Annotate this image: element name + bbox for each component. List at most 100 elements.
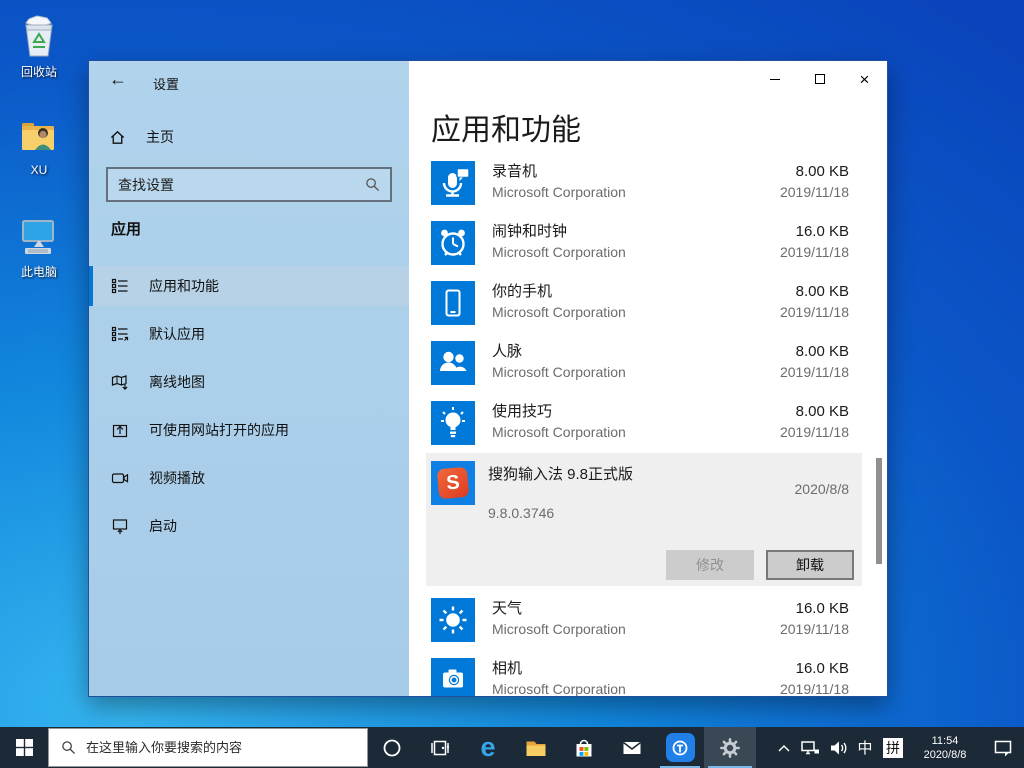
app-publisher: Microsoft Corporation [492,183,780,202]
app-size: 16.0 KB [780,222,849,242]
nav-label: 可使用网站打开的应用 [149,420,289,440]
desktop-background: 回收站 XU [0,0,1024,768]
nav-label: 视频播放 [149,468,205,488]
app-row-tips[interactable]: 使用技巧 Microsoft Corporation 8.00 KB 2019/… [431,401,849,445]
app-name: 你的手机 [492,282,780,302]
app-name: 闹钟和时钟 [492,222,780,242]
edge-button[interactable]: e [464,727,512,768]
camera-icon [431,658,475,696]
your-phone-icon [431,281,475,325]
app-publisher: Microsoft Corporation [492,680,780,696]
app-row-alarms-clock[interactable]: 闹钟和时钟 Microsoft Corporation 16.0 KB 2019… [431,221,849,265]
mail-button[interactable] [608,727,656,768]
default-apps-icon [111,325,129,343]
uninstall-button[interactable]: 卸载 [766,550,854,580]
sidebar-item-default-apps[interactable]: 默认应用 [89,314,409,354]
xu-folder-shortcut[interactable]: XU [9,106,69,206]
windows-logo-icon [16,739,33,756]
settings-search-box[interactable] [106,167,392,202]
user-folder-icon [16,114,62,160]
settings-main-panel: × 应用和功能 录音机 [409,61,887,696]
sidebar-item-home[interactable]: 主页 [109,127,174,147]
sidebar-item-video-playback[interactable]: 视频播放 [89,458,409,498]
file-explorer-icon [524,736,548,760]
sidebar-item-startup[interactable]: 启动 [89,506,409,546]
minimize-button[interactable] [752,61,797,97]
startup-icon [111,517,129,535]
start-button[interactable] [0,727,48,768]
recycle-bin-shortcut[interactable]: 回收站 [9,6,69,106]
nav-label: 启动 [149,516,177,536]
modify-button[interactable]: 修改 [666,550,754,580]
app-row-your-phone[interactable]: 你的手机 Microsoft Corporation 8.00 KB 2019/… [431,281,849,325]
alarm-clock-icon [431,221,475,265]
file-explorer-button[interactable] [512,727,560,768]
task-view-icon [430,738,450,758]
sidebar-item-apps-features[interactable]: 应用和功能 [89,266,409,306]
cortana-button[interactable] [368,727,416,768]
nav-label: 应用和功能 [149,276,219,296]
app-date: 2019/11/18 [780,680,849,696]
apps-section-label: 应用 [111,218,141,239]
action-center-icon [993,738,1013,758]
mail-icon [620,736,644,760]
clock-button[interactable]: 11:54 2020/8/8 [908,727,982,768]
window-title: 设置 [153,74,179,93]
maximize-button[interactable] [797,61,842,97]
tray-chevron-button[interactable] [772,727,796,768]
taskbar-search-box[interactable] [48,728,368,767]
ime-language-button[interactable]: 中 [852,727,878,768]
taskbar-search-input[interactable] [86,740,367,755]
edge-icon: e [480,734,495,761]
this-pc-label: 此电脑 [21,263,57,280]
app-row-weather[interactable]: 天气 Microsoft Corporation 16.0 KB 2019/11… [431,598,849,642]
close-button[interactable]: × [842,61,887,97]
app-size: 8.00 KB [780,402,849,422]
volume-button[interactable] [824,727,852,768]
settings-taskbar-button[interactable] [704,727,756,768]
app-name: 相机 [492,659,780,679]
store-icon [572,736,596,760]
store-button[interactable] [560,727,608,768]
sidebar-item-apps-for-websites[interactable]: 可使用网站打开的应用 [89,410,409,450]
action-center-button[interactable] [982,727,1024,768]
blue-d-app-icon [666,733,695,762]
ime-mode-button[interactable]: 拼 [878,727,908,768]
home-icon [109,129,126,146]
this-pc-icon [16,214,62,260]
back-button[interactable]: ← [109,69,127,90]
app-row-sogou-expanded[interactable]: S 搜狗输入法 9.8正式版 2020/8/8 9.8.0.3746 修改 卸载 [426,453,862,586]
app-name: 录音机 [492,162,780,182]
app-date: 2019/11/18 [780,363,849,382]
network-status-button[interactable] [796,727,824,768]
apps-features-icon [111,277,129,295]
cortana-icon [382,738,402,758]
pinned-app-button[interactable] [656,727,704,768]
settings-search-input[interactable] [108,177,365,193]
app-size: 16.0 KB [780,659,849,679]
task-view-button[interactable] [416,727,464,768]
app-row-people[interactable]: 人脉 Microsoft Corporation 8.00 KB 2019/11… [431,341,849,385]
offline-maps-icon [111,373,129,391]
nav-label: 离线地图 [149,372,205,392]
tips-icon [431,401,475,445]
search-icon [61,740,76,755]
home-label: 主页 [146,127,174,147]
settings-sidebar: ← 设置 主页 应用 [89,61,409,696]
app-version: 9.8.0.3746 [488,505,554,521]
this-pc-shortcut[interactable]: 此电脑 [9,206,69,306]
app-name: 使用技巧 [492,402,780,422]
app-publisher: Microsoft Corporation [492,620,780,639]
ime-mode-badge: 拼 [883,738,903,758]
system-tray: 中 拼 11:54 2020/8/8 [772,727,1024,768]
sidebar-item-offline-maps[interactable]: 离线地图 [89,362,409,402]
app-row-camera[interactable]: 相机 Microsoft Corporation 16.0 KB 2019/11… [431,658,849,696]
sogou-logo: S [437,467,470,500]
weather-icon [431,598,475,642]
video-playback-icon [111,469,129,487]
app-size: 16.0 KB [780,599,849,619]
page-title: 应用和功能 [431,105,581,149]
scrollbar-thumb[interactable] [876,458,882,564]
app-row-voice-recorder[interactable]: 录音机 Microsoft Corporation 8.00 KB 2019/1… [431,161,849,205]
window-controls: × [752,61,887,97]
